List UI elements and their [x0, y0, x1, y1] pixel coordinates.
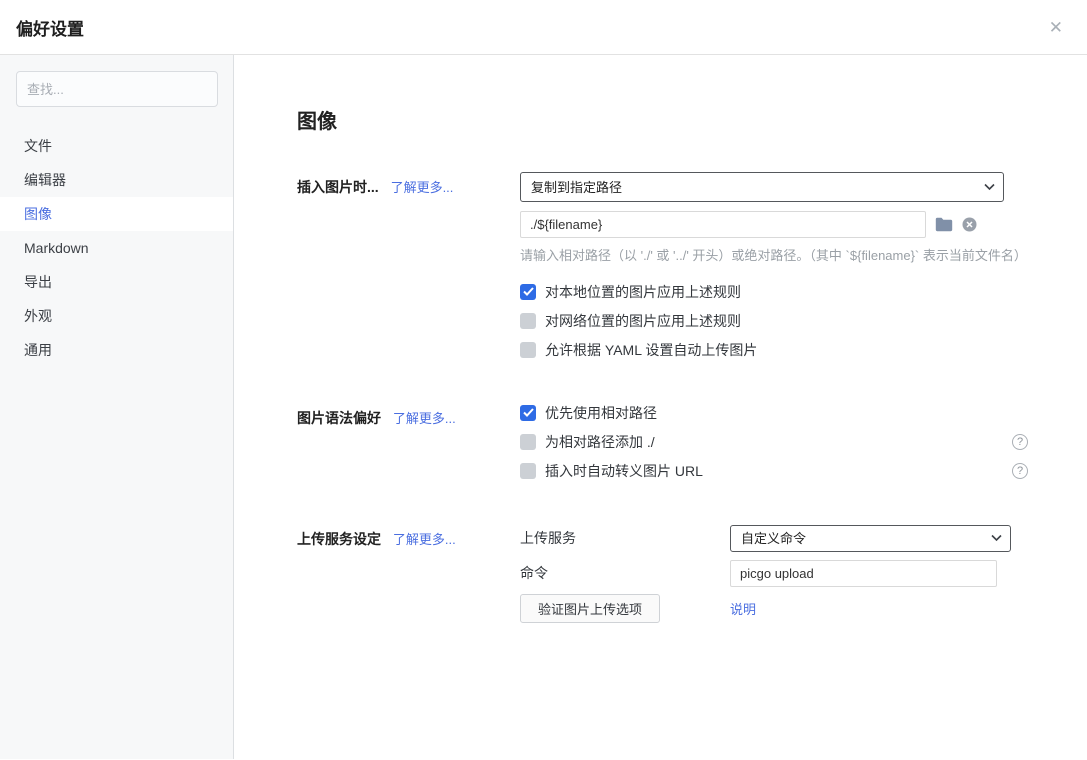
- close-icon[interactable]: ✕: [1049, 19, 1063, 36]
- upload-service-section: 上传服务设定 了解更多... 上传服务 自定义命令: [297, 524, 1087, 630]
- checkbox-label: 为相对路径添加 ./: [545, 432, 655, 452]
- escape-image-url-row[interactable]: 插入时自动转义图片 URL ?: [520, 461, 1028, 480]
- apply-local-images-row[interactable]: 对本地位置的图片应用上述规则: [520, 282, 1028, 301]
- page-title: 图像: [297, 111, 1087, 134]
- image-syntax-section-label: 图片语法偏好: [297, 410, 381, 426]
- sidebar-item-editor[interactable]: 编辑器: [0, 163, 233, 197]
- image-path-input[interactable]: [520, 211, 926, 238]
- checkbox-label: 对网络位置的图片应用上述规则: [545, 311, 741, 331]
- insert-image-section: 插入图片时... 了解更多... 复制到指定路径: [297, 172, 1087, 369]
- command-field-label: 命令: [520, 563, 730, 583]
- upload-service-section-label: 上传服务设定: [297, 531, 381, 547]
- upload-service-content: 上传服务 自定义命令 命令: [520, 524, 1028, 630]
- insert-image-learn-more-link[interactable]: 了解更多...: [391, 180, 454, 195]
- upload-service-row: 上传服务 自定义命令: [520, 524, 1028, 552]
- add-dot-slash-row[interactable]: 为相对路径添加 ./ ?: [520, 432, 1028, 451]
- upload-service-label-col: 上传服务设定 了解更多...: [297, 524, 520, 630]
- yaml-auto-upload-row[interactable]: 允许根据 YAML 设置自动上传图片: [520, 340, 1028, 359]
- validate-row: 验证图片上传选项 说明: [520, 594, 1028, 623]
- preferences-window: 偏好设置 ✕ 文件 编辑器 图像 Markdown 导出 外观 通用 图像 插入…: [0, 0, 1087, 759]
- insert-image-section-label: 插入图片时...: [297, 179, 379, 195]
- image-syntax-section: 图片语法偏好 了解更多... 优先使用相对路径: [297, 403, 1087, 490]
- help-icon[interactable]: ?: [1012, 434, 1028, 450]
- upload-service-select-wrap: 自定义命令: [730, 525, 1011, 552]
- image-syntax-label-col: 图片语法偏好 了解更多...: [297, 403, 520, 490]
- checkbox-label: 优先使用相对路径: [545, 403, 657, 423]
- prefer-relative-path-row[interactable]: 优先使用相对路径: [520, 403, 1028, 422]
- checkbox-icon[interactable]: [520, 463, 536, 479]
- main-panel: 图像 插入图片时... 了解更多... 复制到指定路径: [234, 55, 1087, 759]
- checkbox-label: 插入时自动转义图片 URL: [545, 461, 703, 481]
- clear-icon[interactable]: [962, 217, 977, 232]
- window-title: 偏好设置: [16, 15, 84, 40]
- sidebar: 文件 编辑器 图像 Markdown 导出 外观 通用: [0, 55, 234, 759]
- checkbox-icon[interactable]: [520, 342, 536, 358]
- checkbox-icon[interactable]: [520, 405, 536, 421]
- layout: 文件 编辑器 图像 Markdown 导出 外观 通用 图像 插入图片时... …: [0, 55, 1087, 759]
- insert-image-content: 复制到指定路径: [520, 172, 1028, 369]
- image-action-select-wrap: 复制到指定路径: [520, 172, 1004, 202]
- upload-help-link[interactable]: 说明: [730, 599, 756, 618]
- checkbox-label: 对本地位置的图片应用上述规则: [545, 282, 741, 302]
- image-syntax-content: 优先使用相对路径 为相对路径添加 ./ ?: [520, 403, 1028, 490]
- path-hint: 请输入相对路径（以 './' 或 '../' 开头）或绝对路径。（其中 `${f…: [520, 245, 1028, 264]
- command-input[interactable]: [730, 560, 997, 587]
- sidebar-item-general[interactable]: 通用: [0, 333, 233, 367]
- checkbox-icon[interactable]: [520, 434, 536, 450]
- upload-service-learn-more-link[interactable]: 了解更多...: [393, 532, 456, 547]
- help-icon[interactable]: ?: [1012, 463, 1028, 479]
- sidebar-item-appearance[interactable]: 外观: [0, 299, 233, 333]
- validate-button-cell: 验证图片上传选项: [520, 594, 730, 623]
- command-row: 命令: [520, 559, 1028, 587]
- folder-icon[interactable]: [935, 217, 953, 232]
- insert-image-label-col: 插入图片时... 了解更多...: [297, 172, 520, 369]
- sidebar-item-image[interactable]: 图像: [0, 197, 233, 231]
- search-input[interactable]: [16, 71, 218, 107]
- sidebar-item-export[interactable]: 导出: [0, 265, 233, 299]
- apply-web-images-row[interactable]: 对网络位置的图片应用上述规则: [520, 311, 1028, 330]
- sidebar-item-markdown[interactable]: Markdown: [0, 231, 233, 265]
- insert-image-checkbox-group: 对本地位置的图片应用上述规则 对网络位置的图片应用上述规则: [520, 282, 1028, 359]
- image-action-select[interactable]: 复制到指定路径: [520, 172, 1004, 202]
- image-syntax-learn-more-link[interactable]: 了解更多...: [393, 411, 456, 426]
- checkbox-icon[interactable]: [520, 313, 536, 329]
- titlebar: 偏好设置 ✕: [0, 0, 1087, 55]
- upload-service-field-label: 上传服务: [520, 528, 730, 548]
- validate-upload-button[interactable]: 验证图片上传选项: [520, 594, 660, 623]
- image-path-row: [520, 211, 1028, 238]
- sidebar-nav: 文件 编辑器 图像 Markdown 导出 外观 通用: [0, 129, 233, 367]
- sidebar-item-file[interactable]: 文件: [0, 129, 233, 163]
- upload-service-select[interactable]: 自定义命令: [730, 525, 1011, 552]
- checkbox-icon[interactable]: [520, 284, 536, 300]
- checkbox-label: 允许根据 YAML 设置自动上传图片: [545, 340, 757, 360]
